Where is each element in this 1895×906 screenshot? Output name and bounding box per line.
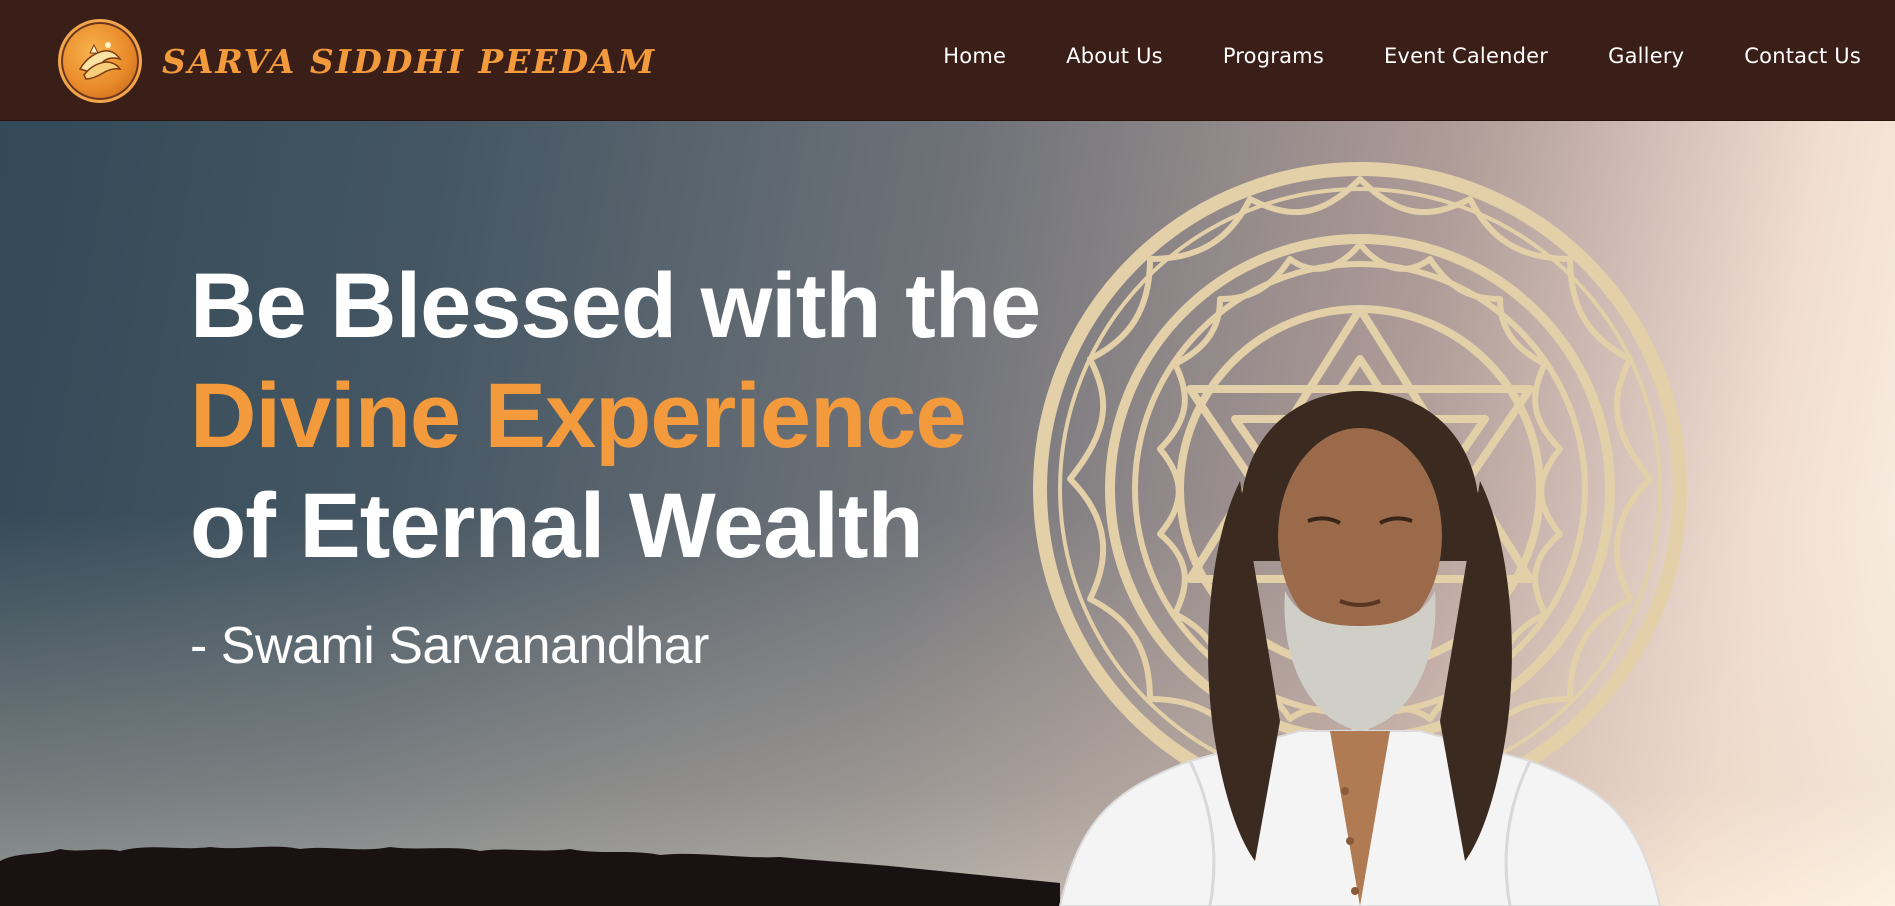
swami-portrait: [1058, 391, 1662, 906]
headline-line-3: of Eternal Wealth: [190, 475, 924, 577]
nav-contact-us[interactable]: Contact Us: [1744, 44, 1861, 68]
praying-hands-logo-icon[interactable]: [58, 19, 142, 103]
site-header: SARVA SIDDHI PEEDAM Home About Us Progra…: [0, 0, 1895, 121]
main-nav: Home About Us Programs Event Calender Ga…: [883, 44, 1861, 68]
nav-home[interactable]: Home: [943, 44, 1006, 68]
nav-event-calender[interactable]: Event Calender: [1384, 44, 1548, 68]
hero-banner: Be Blessed with the Divine Experience of…: [0, 121, 1895, 906]
hero-attribution: - Swami Sarvanandhar: [190, 617, 709, 675]
brand-name[interactable]: SARVA SIDDHI PEEDAM: [162, 42, 656, 81]
headline-line-1: Be Blessed with the: [190, 255, 1041, 357]
nav-gallery[interactable]: Gallery: [1608, 44, 1684, 68]
treeline-silhouette: [0, 846, 1060, 906]
brand[interactable]: SARVA SIDDHI PEEDAM: [58, 19, 656, 103]
nav-programs[interactable]: Programs: [1223, 44, 1324, 68]
headline-line-2: Divine Experience: [190, 365, 967, 467]
nav-about-us[interactable]: About Us: [1066, 44, 1163, 68]
hero-headline: Be Blessed with the Divine Experience of…: [190, 251, 1050, 581]
